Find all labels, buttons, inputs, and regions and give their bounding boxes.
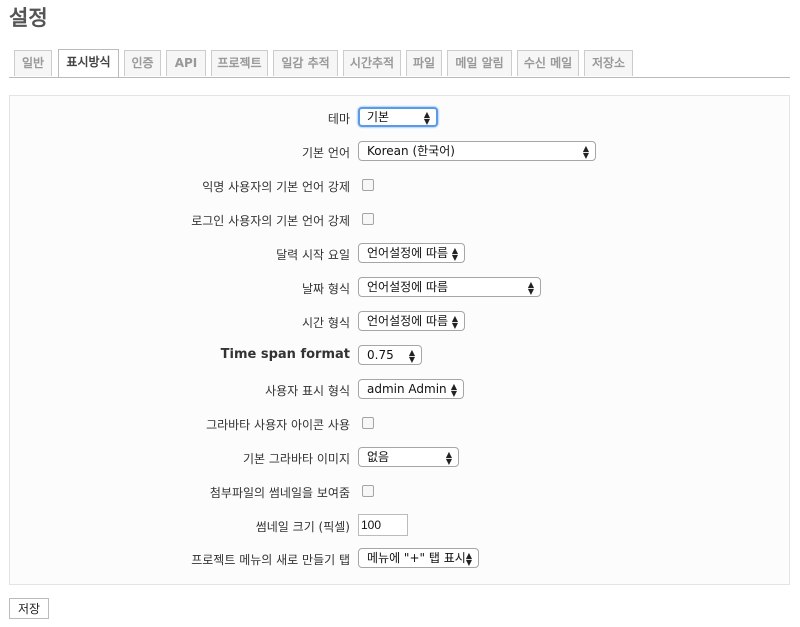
theme-select[interactable]: 기본 ▲ ▼ — [358, 107, 438, 127]
row-gravatar-enabled: 그라바타 사용자 아이콘 사용 — [10, 412, 789, 436]
select-arrows-icon: ▲ ▼ — [451, 246, 458, 262]
row-theme: 테마 기본 ▲ ▼ — [10, 106, 789, 130]
select-arrows-icon: ▲ ▼ — [465, 551, 472, 567]
tab-notifications[interactable]: 메일 알림 — [447, 50, 512, 76]
tab-general[interactable]: 일반 — [14, 50, 52, 76]
select-arrows-icon: ▲ ▼ — [451, 314, 458, 330]
time-format-select[interactable]: 언어설정에 따름 ▲ ▼ — [358, 311, 465, 331]
default-language-label: 기본 언어 — [302, 146, 350, 160]
time-format-label: 시간 형식 — [302, 316, 350, 330]
tab-authentication[interactable]: 인증 — [124, 50, 161, 76]
thumbnails-enabled-label: 첨부파일의 썸네일을 보여줌 — [209, 486, 350, 500]
thumbnails-enabled-checkbox[interactable] — [362, 485, 374, 497]
row-force-lang-logged: 로그인 사용자의 기본 언어 강제 — [10, 208, 789, 232]
force-lang-anonymous-label: 익명 사용자의 기본 언어 강제 — [202, 180, 350, 194]
user-format-label: 사용자 표시 형식 — [265, 384, 350, 398]
week-start-value: 언어설정에 따름 — [367, 246, 449, 260]
gravatar-enabled-label: 그라바타 사용자 아이콘 사용 — [206, 418, 350, 432]
gravatar-default-value: 없음 — [367, 450, 390, 464]
row-user-format: 사용자 표시 형식 admin Admin ▲ ▼ — [10, 378, 789, 402]
tab-issue-tracking[interactable]: 일감 추적 — [273, 50, 338, 76]
user-format-value: admin Admin — [367, 382, 447, 396]
save-button[interactable]: 저장 — [9, 598, 49, 619]
tab-api[interactable]: API — [166, 50, 206, 76]
thumbnails-size-label: 썸네일 크기 (픽셀) — [255, 520, 350, 534]
gravatar-default-select[interactable]: 없음 ▲ ▼ — [358, 447, 459, 467]
select-arrows-icon: ▲ ▼ — [423, 110, 430, 126]
tab-projects[interactable]: 프로젝트 — [211, 50, 268, 76]
force-lang-logged-checkbox[interactable] — [362, 213, 374, 225]
force-lang-logged-label: 로그인 사용자의 기본 언어 강제 — [191, 214, 350, 228]
row-week-start: 달력 시작 요일 언어설정에 따름 ▲ ▼ — [10, 242, 789, 266]
force-lang-anonymous-checkbox[interactable] — [362, 179, 374, 191]
page-title: 설정 — [9, 6, 48, 30]
theme-label: 테마 — [327, 112, 350, 126]
date-format-select[interactable]: 언어설정에 따름 ▲ ▼ — [358, 277, 541, 297]
week-start-select[interactable]: 언어설정에 따름 ▲ ▼ — [358, 243, 465, 263]
tab-files[interactable]: 파일 — [406, 50, 442, 76]
user-format-select[interactable]: admin Admin ▲ ▼ — [358, 379, 464, 399]
tab-incoming-emails[interactable]: 수신 메일 — [517, 50, 579, 76]
settings-tabs: 일반 표시방식 인증 API 프로젝트 일감 추적 시간추적 파일 메일 알림 … — [9, 49, 790, 78]
row-default-language: 기본 언어 Korean (한국어) ▲ ▼ — [10, 140, 789, 164]
new-item-menu-tab-label: 프로젝트 메뉴의 새로 만들기 탭 — [191, 553, 350, 567]
select-arrows-icon: ▲ ▼ — [408, 348, 415, 364]
timespan-format-label: Time span format — [220, 347, 350, 362]
date-format-label: 날짜 형식 — [302, 282, 350, 296]
tab-time-tracking[interactable]: 시간추적 — [343, 50, 401, 76]
select-arrows-icon: ▲ ▼ — [527, 280, 534, 296]
default-language-select[interactable]: Korean (한국어) ▲ ▼ — [358, 141, 596, 161]
timespan-format-select[interactable]: 0.75 ▲ ▼ — [358, 345, 422, 365]
time-format-value: 언어설정에 따름 — [367, 314, 449, 328]
row-gravatar-default: 기본 그라바타 이미지 없음 ▲ ▼ — [10, 446, 789, 470]
default-language-value: Korean (한국어) — [367, 144, 455, 158]
row-force-lang-anonymous: 익명 사용자의 기본 언어 강제 — [10, 174, 789, 198]
row-thumbnails-enabled: 첨부파일의 썸네일을 보여줌 — [10, 480, 789, 504]
row-date-format: 날짜 형식 언어설정에 따름 ▲ ▼ — [10, 276, 789, 300]
tab-repositories[interactable]: 저장소 — [584, 50, 633, 76]
new-item-menu-tab-select[interactable]: 메뉴에 "+" 탭 표시 ▲ ▼ — [358, 548, 479, 568]
new-item-menu-tab-value: 메뉴에 "+" 탭 표시 — [367, 551, 466, 565]
timespan-format-value: 0.75 — [367, 348, 394, 362]
row-time-format: 시간 형식 언어설정에 따름 ▲ ▼ — [10, 310, 789, 334]
date-format-value: 언어설정에 따름 — [367, 280, 449, 294]
gravatar-default-label: 기본 그라바타 이미지 — [243, 452, 350, 466]
row-timespan-format: Time span format 0.75 ▲ ▼ — [10, 344, 789, 368]
week-start-label: 달력 시작 요일 — [276, 248, 350, 262]
row-thumbnails-size: 썸네일 크기 (픽셀) — [10, 514, 789, 538]
select-arrows-icon: ▲ ▼ — [450, 382, 457, 398]
row-new-item-menu-tab: 프로젝트 메뉴의 새로 만들기 탭 메뉴에 "+" 탭 표시 ▲ ▼ — [10, 547, 789, 571]
select-arrows-icon: ▲ ▼ — [445, 450, 452, 466]
gravatar-enabled-checkbox[interactable] — [362, 417, 374, 429]
theme-select-value: 기본 — [367, 110, 390, 124]
thumbnails-size-input[interactable] — [358, 514, 408, 536]
tab-display[interactable]: 표시방식 — [58, 49, 119, 77]
settings-panel: 테마 기본 ▲ ▼ 기본 언어 Korean (한국어) ▲ ▼ 익명 사용자의 기… — [9, 95, 790, 585]
select-arrows-icon: ▲ ▼ — [582, 144, 589, 160]
